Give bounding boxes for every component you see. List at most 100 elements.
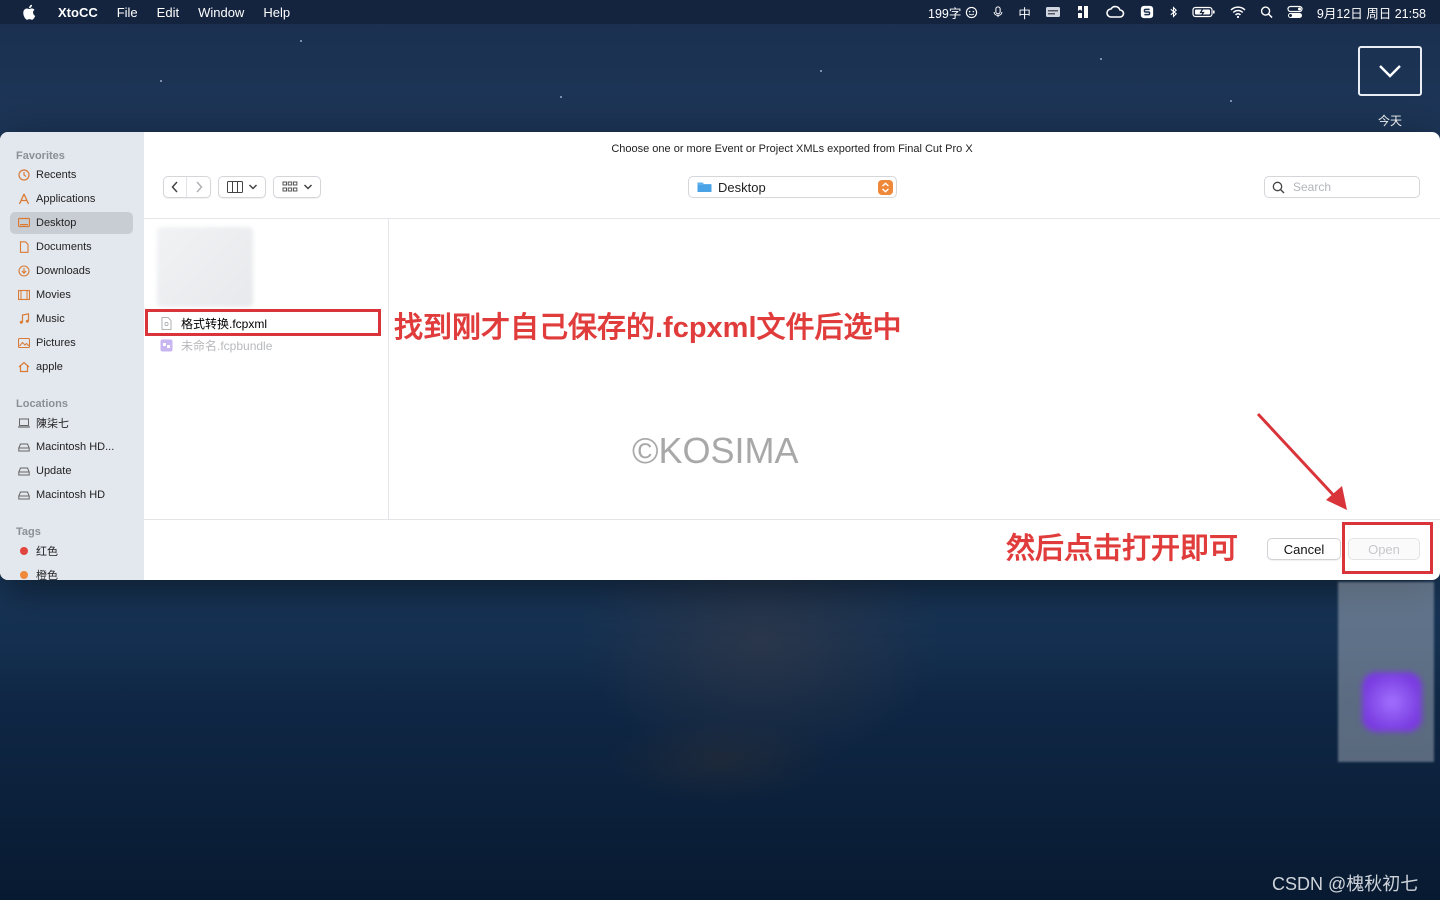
sidebar-item-label: Downloads: [36, 265, 91, 277]
word-count-status[interactable]: 199字: [928, 3, 978, 22]
sidebar-item-label: apple: [36, 361, 63, 373]
battery-icon[interactable]: [1192, 5, 1216, 19]
back-button[interactable]: [164, 177, 188, 197]
sidebar-item-update[interactable]: Update: [10, 460, 133, 482]
sidebar-item-label: Update: [36, 465, 72, 477]
dialog-title: Choose one or more Event or Project XMLs…: [611, 143, 973, 155]
home-icon: [18, 361, 30, 373]
sidebar-item-label: 陳柒七: [36, 418, 69, 430]
smiley-icon: [966, 6, 978, 18]
film-icon: [18, 289, 30, 301]
menu-edit[interactable]: Edit: [157, 5, 179, 20]
sidebar-item-label: 橙色: [36, 570, 58, 580]
today-label: 今天: [1378, 114, 1403, 128]
columns-view-icon: [226, 181, 243, 193]
blurred-preview: [157, 227, 253, 307]
blurred-app-icon: [1362, 672, 1422, 732]
view-mode-button[interactable]: [218, 176, 266, 198]
bookmark-app-icon[interactable]: [1075, 5, 1091, 19]
sidebar-item-label: Macintosh HD...: [36, 441, 115, 453]
menubar-clock[interactable]: 9月12日 周日 21:58: [1317, 3, 1426, 22]
sidebar-item-label: Music: [36, 313, 65, 325]
updown-stepper-icon: [878, 180, 893, 195]
sidebar-tag-orange[interactable]: 橙色: [10, 564, 133, 580]
sidebar-item-home[interactable]: apple: [10, 356, 133, 378]
search-placeholder: Search: [1293, 180, 1332, 194]
toolbar-divider: [144, 218, 1440, 219]
sidebar-item-applications[interactable]: Applications: [10, 188, 133, 210]
credit-watermark: CSDN @槐秋初七: [1272, 874, 1419, 894]
applications-icon: [18, 193, 30, 205]
control-center-icon[interactable]: [1287, 5, 1303, 19]
sidebar-item-computer[interactable]: 陳柒七: [10, 412, 133, 434]
sidebar-item-label: Applications: [36, 193, 96, 205]
menubar-status-area: 199字 中 9月12日 周日 21:58: [928, 0, 1426, 24]
annotation-highlight-file: [145, 309, 381, 336]
back-forward-group: [163, 176, 211, 198]
microphone-icon[interactable]: [992, 5, 1004, 19]
sidebar: Favorites Recents Applications Desktop D…: [0, 132, 144, 580]
sidebar-item-pictures[interactable]: Pictures: [10, 332, 133, 354]
footer-divider: [144, 519, 1440, 520]
spotlight-search-icon[interactable]: [1260, 5, 1273, 19]
bluetooth-icon[interactable]: [1169, 5, 1178, 19]
menu-app-name[interactable]: XtoCC: [58, 5, 98, 20]
sidebar-item-downloads[interactable]: Downloads: [10, 260, 133, 282]
sidebar-item-macintosh-hd[interactable]: Macintosh HD: [10, 484, 133, 506]
sidebar-item-macintosh-hd-data[interactable]: Macintosh HD...: [10, 436, 133, 458]
word-count-text: 199字: [928, 6, 962, 21]
chevron-right-icon: [195, 181, 203, 193]
scriptable-app-icon[interactable]: [1139, 5, 1155, 19]
sidebar-item-music[interactable]: Music: [10, 308, 133, 330]
open-file-dialog: Favorites Recents Applications Desktop D…: [0, 132, 1440, 580]
file-row-fcpbundle: 未命名.fcpbundle: [160, 335, 272, 355]
tags-section-title: Tags: [16, 526, 41, 538]
fcpbundle-icon: [160, 338, 173, 352]
annotation-open-hint: 然后点击打开即可: [1006, 533, 1239, 565]
location-popup-label: Desktop: [718, 179, 766, 195]
clock-icon: [18, 169, 30, 181]
wifi-icon[interactable]: [1230, 5, 1246, 19]
menu-help[interactable]: Help: [263, 5, 290, 20]
sidebar-item-recents[interactable]: Recents: [10, 164, 133, 186]
sidebar-tag-red[interactable]: 红色: [10, 540, 133, 562]
apple-menu-icon[interactable]: [20, 4, 38, 20]
sidebar-item-label: Macintosh HD: [36, 489, 106, 501]
search-icon: [1272, 181, 1285, 193]
input-method-indicator[interactable]: 中: [1018, 3, 1031, 22]
menu-window[interactable]: Window: [198, 5, 244, 20]
sidebar-item-label: Pictures: [36, 337, 76, 349]
sidebar-item-desktop[interactable]: Desktop: [10, 212, 133, 234]
column-divider: [388, 219, 389, 519]
disk-icon: [18, 465, 30, 477]
annotation-arrow-icon: [1256, 412, 1347, 510]
tag-dot-icon: [18, 569, 30, 580]
sidebar-item-label: Desktop: [36, 217, 77, 229]
creative-cloud-icon[interactable]: [1105, 5, 1125, 19]
search-field[interactable]: Search: [1264, 176, 1420, 198]
group-by-button[interactable]: [273, 176, 321, 198]
disk-icon: [18, 441, 30, 453]
menubar: XtoCC File Edit Window Help 199字 中 9月12日…: [0, 0, 1440, 24]
annotation-highlight-open: [1342, 522, 1433, 574]
chevron-down-icon: [248, 184, 257, 190]
forward-button[interactable]: [187, 177, 210, 197]
sidebar-item-label: Movies: [36, 289, 71, 301]
chevron-down-icon: [303, 184, 312, 190]
keyboard-app-icon[interactable]: [1045, 5, 1061, 19]
file-name: 未命名.fcpbundle: [181, 338, 273, 353]
sidebar-item-label: 红色: [36, 546, 58, 558]
today-notification-button[interactable]: [1358, 46, 1422, 96]
sidebar-item-documents[interactable]: Documents: [10, 236, 133, 258]
chevron-down-icon: [1379, 65, 1401, 78]
cancel-button[interactable]: Cancel: [1267, 538, 1341, 560]
chevron-left-icon: [171, 181, 178, 193]
menu-file[interactable]: File: [117, 5, 138, 20]
music-icon: [18, 313, 30, 325]
grid-view-icon: [282, 181, 297, 192]
location-popup[interactable]: Desktop: [688, 176, 897, 198]
tag-dot-icon: [18, 545, 30, 557]
sidebar-item-movies[interactable]: Movies: [10, 284, 133, 306]
sidebar-item-label: Documents: [36, 241, 92, 253]
laptop-icon: [18, 417, 30, 429]
